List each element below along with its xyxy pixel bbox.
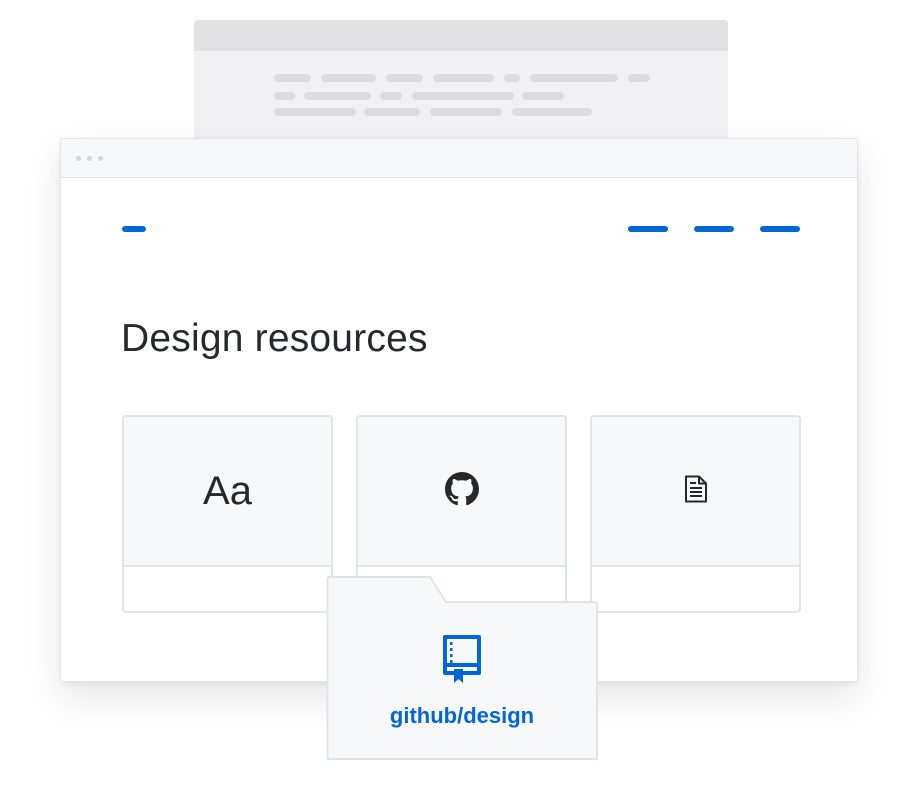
placeholder-text-line: [412, 92, 514, 100]
repo-folder[interactable]: github/design: [326, 576, 598, 760]
card-preview: [592, 417, 799, 567]
placeholder-text-line: [504, 74, 520, 82]
background-window-titlebar: [194, 20, 728, 51]
window-control-dot[interactable]: [76, 156, 81, 161]
placeholder-text-line: [321, 74, 376, 82]
window-control-dot[interactable]: [87, 156, 92, 161]
placeholder-text-line: [304, 92, 371, 100]
placeholder-text-line: [380, 92, 402, 100]
placeholder-text-line: [364, 108, 420, 116]
nav-item-placeholder[interactable]: [760, 226, 800, 232]
resource-card-typography[interactable]: Aa: [122, 415, 333, 613]
nav-item-placeholder[interactable]: [694, 226, 734, 232]
placeholder-text-line: [430, 108, 502, 116]
page-title: Design resources: [121, 317, 428, 360]
placeholder-text-line: [522, 92, 564, 100]
placeholder-text-line: [530, 74, 618, 82]
repo-book-icon: [441, 633, 483, 690]
placeholder-text-line: [628, 74, 650, 82]
placeholder-text-line: [512, 108, 592, 116]
placeholder-text-line: [274, 108, 356, 116]
placeholder-text-line: [274, 92, 295, 100]
logo-placeholder[interactable]: [122, 226, 146, 232]
typography-icon: Aa: [203, 468, 252, 513]
github-mark-icon: [444, 471, 479, 511]
resource-card-document[interactable]: [590, 415, 801, 613]
card-preview: Aa: [124, 417, 331, 567]
background-browser-window: [194, 20, 728, 140]
document-icon: [684, 475, 708, 508]
nav-item-placeholder[interactable]: [628, 226, 668, 232]
repo-link[interactable]: github/design: [326, 703, 598, 729]
placeholder-text-line: [274, 74, 311, 82]
window-titlebar: [61, 139, 857, 178]
placeholder-text-line: [433, 74, 494, 82]
window-control-dot[interactable]: [98, 156, 103, 161]
placeholder-text-line: [386, 74, 423, 82]
card-preview: [358, 417, 565, 567]
